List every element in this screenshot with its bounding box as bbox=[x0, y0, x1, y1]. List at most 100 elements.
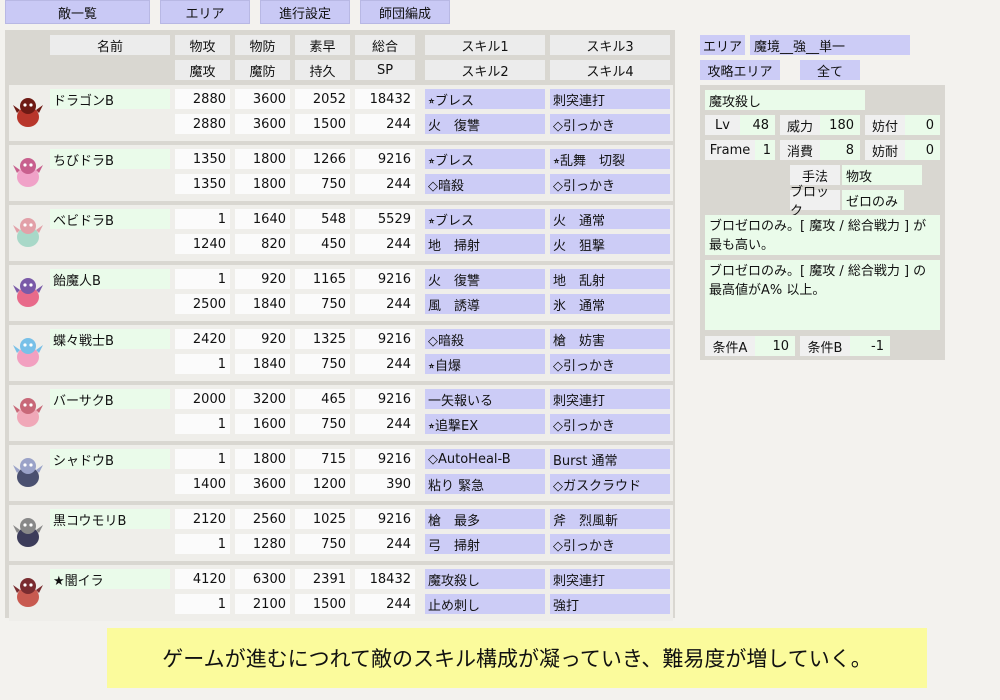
skill-slot-1[interactable]: ⭒ブレス bbox=[425, 89, 545, 109]
stat-value: 715 bbox=[295, 449, 350, 469]
enemy-sprite-icon bbox=[11, 273, 45, 311]
stat-value: 1400 bbox=[175, 474, 230, 494]
skill-slot-4[interactable]: 火 狙撃 bbox=[550, 234, 670, 254]
skill-slot-1[interactable]: ⭒ブレス bbox=[425, 149, 545, 169]
skill-slot-2[interactable]: 火 復讐 bbox=[425, 114, 545, 134]
skill-slot-3[interactable]: ⭒乱舞 切裂 bbox=[550, 149, 670, 169]
stat-value: 390 bbox=[355, 474, 415, 494]
skill-slot-3[interactable]: 地 乱射 bbox=[550, 269, 670, 289]
skill-slot-4[interactable]: ◇引っかき bbox=[550, 354, 670, 374]
enemy-sprite-icon bbox=[11, 453, 45, 491]
stat-value: 920 bbox=[235, 329, 290, 349]
stat-value: 548 bbox=[295, 209, 350, 229]
stat-value: 1325 bbox=[295, 329, 350, 349]
skill-slot-4[interactable]: ◇引っかき bbox=[550, 414, 670, 434]
header-skill3: スキル3 bbox=[550, 35, 670, 55]
stat-value: 1840 bbox=[235, 294, 290, 314]
skill-slot-2[interactable]: ⭒自爆 bbox=[425, 354, 545, 374]
area-select[interactable]: 魔境__強__単一 bbox=[750, 35, 910, 55]
stat-value: 750 bbox=[295, 534, 350, 554]
skill-detail-panel: 魔攻殺し Lv 48 威力 180 妨付 0 Frame 1 消費 8 妨耐 0… bbox=[700, 85, 945, 360]
stat-value: 750 bbox=[295, 354, 350, 374]
stat-value: 1600 bbox=[235, 414, 290, 434]
skill-slot-1[interactable]: ◇AutoHeal-B bbox=[425, 449, 545, 469]
stat-value: 1165 bbox=[295, 269, 350, 289]
skill-slot-4[interactable]: ◇引っかき bbox=[550, 174, 670, 194]
stat-value: 1840 bbox=[235, 354, 290, 374]
skill-slot-4[interactable]: ◇引っかき bbox=[550, 114, 670, 134]
enemy-sprite-icon bbox=[11, 213, 45, 251]
skill-slot-2[interactable]: 粘り 緊急 bbox=[425, 474, 545, 494]
header-mag-atk: 魔攻 bbox=[175, 60, 230, 80]
stat-value: 1 bbox=[175, 594, 230, 614]
skill-slot-2[interactable]: 風 誘導 bbox=[425, 294, 545, 314]
header-stamina: 持久 bbox=[295, 60, 350, 80]
frame-label: Frame bbox=[705, 140, 755, 160]
enemy-sprite-icon bbox=[11, 93, 45, 131]
stat-value: 1 bbox=[175, 354, 230, 374]
skill-slot-3[interactable]: 刺突連打 bbox=[550, 389, 670, 409]
skill-slot-3[interactable]: 槍 妨害 bbox=[550, 329, 670, 349]
stat-value: 2880 bbox=[175, 89, 230, 109]
skill-slot-2[interactable]: 弓 掃射 bbox=[425, 534, 545, 554]
enemy-name: バーサクB bbox=[50, 389, 170, 409]
stat-value: 3600 bbox=[235, 89, 290, 109]
skill-slot-4[interactable]: 氷 通常 bbox=[550, 294, 670, 314]
tab-progress-settings[interactable]: 進行設定 bbox=[260, 0, 350, 24]
skill-slot-1[interactable]: 槍 最多 bbox=[425, 509, 545, 529]
stat-value: 2560 bbox=[235, 509, 290, 529]
stat-value: 6300 bbox=[235, 569, 290, 589]
skill-slot-3[interactable]: 刺突連打 bbox=[550, 89, 670, 109]
header-phys-atk: 物攻 bbox=[175, 35, 230, 55]
stat-value: 750 bbox=[295, 174, 350, 194]
skill-slot-2[interactable]: ◇暗殺 bbox=[425, 174, 545, 194]
skill-name: 魔攻殺し bbox=[705, 90, 865, 110]
stat-value: 1 bbox=[175, 414, 230, 434]
skill-slot-1[interactable]: ⭒ブレス bbox=[425, 209, 545, 229]
attack-area-label: 攻略エリア bbox=[700, 60, 780, 80]
stat-value: 2880 bbox=[175, 114, 230, 134]
skill-slot-1[interactable]: 魔攻殺し bbox=[425, 569, 545, 589]
skill-slot-4[interactable]: ◇ガスクラウド bbox=[550, 474, 670, 494]
stat-value: 1280 bbox=[235, 534, 290, 554]
tab-division[interactable]: 師団編成 bbox=[360, 0, 450, 24]
skill-slot-3[interactable]: 火 通常 bbox=[550, 209, 670, 229]
skill-slot-1[interactable]: 火 復讐 bbox=[425, 269, 545, 289]
stat-value: 3600 bbox=[235, 114, 290, 134]
stat-value: 1 bbox=[175, 209, 230, 229]
tab-enemy-list[interactable]: 敵一覧 bbox=[5, 0, 150, 24]
skill-slot-4[interactable]: ◇引っかき bbox=[550, 534, 670, 554]
attack-area-select[interactable]: 全て bbox=[800, 60, 860, 80]
lv-label: Lv bbox=[705, 115, 740, 135]
guard-res-label: 妨耐 bbox=[865, 140, 905, 160]
stat-value: 3600 bbox=[235, 474, 290, 494]
header-sp: SP bbox=[355, 60, 415, 80]
header-total: 総合 bbox=[355, 35, 415, 55]
stat-value: 750 bbox=[295, 414, 350, 434]
skill-slot-1[interactable]: ◇暗殺 bbox=[425, 329, 545, 349]
skill-slot-2[interactable]: 止め刺し bbox=[425, 594, 545, 614]
skill-slot-2[interactable]: ⭒追撃EX bbox=[425, 414, 545, 434]
enemy-name: ベビドラB bbox=[50, 209, 170, 229]
enemy-name: 黒コウモリB bbox=[50, 509, 170, 529]
stat-value: 2391 bbox=[295, 569, 350, 589]
condition-a-label: 条件A bbox=[705, 336, 755, 356]
skill-slot-3[interactable]: 刺突連打 bbox=[550, 569, 670, 589]
skill-slot-2[interactable]: 地 掃射 bbox=[425, 234, 545, 254]
header-phys-def: 物防 bbox=[235, 35, 290, 55]
stat-value: 1800 bbox=[235, 449, 290, 469]
stat-value: 2100 bbox=[235, 594, 290, 614]
tab-area[interactable]: エリア bbox=[160, 0, 250, 24]
skill-slot-4[interactable]: 強打 bbox=[550, 594, 670, 614]
stat-value: 1500 bbox=[295, 594, 350, 614]
enemy-sprite-icon bbox=[11, 393, 45, 431]
skill-slot-3[interactable]: 斧 烈風斬 bbox=[550, 509, 670, 529]
stat-value: 18432 bbox=[355, 569, 415, 589]
stat-value: 750 bbox=[295, 294, 350, 314]
header-skill4: スキル4 bbox=[550, 60, 670, 80]
block-label: ブロック bbox=[790, 185, 840, 219]
skill-slot-1[interactable]: 一矢報いる bbox=[425, 389, 545, 409]
skill-slot-3[interactable]: Burst 通常 bbox=[550, 449, 670, 469]
stat-value: 3200 bbox=[235, 389, 290, 409]
header-name: 名前 bbox=[50, 35, 170, 55]
